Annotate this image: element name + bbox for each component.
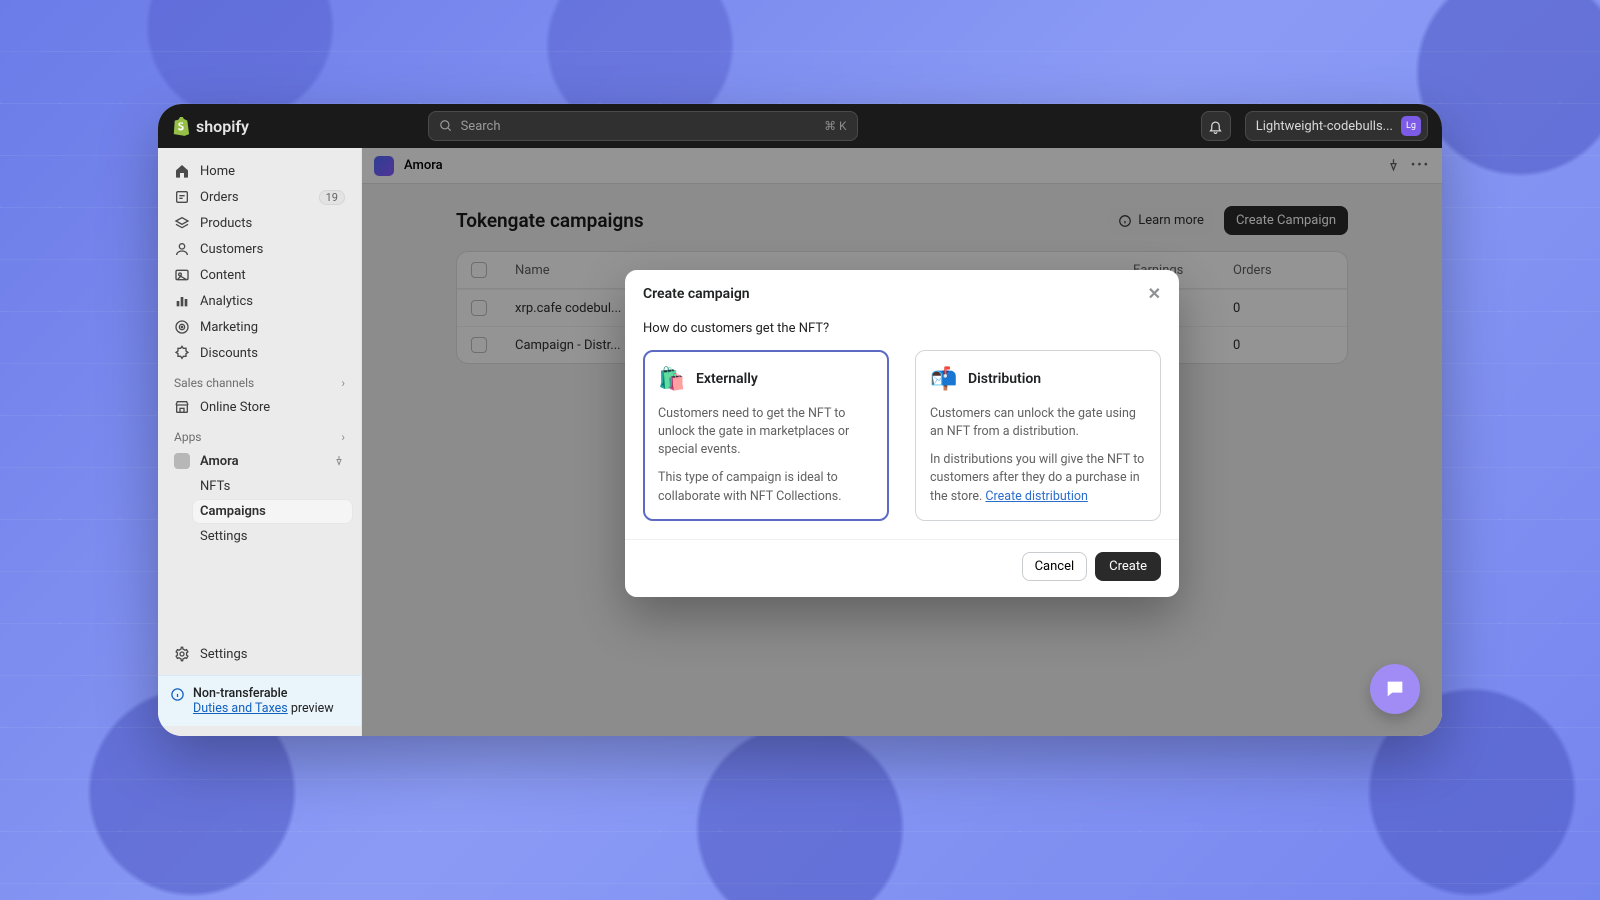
modal-overlay[interactable]: Create campaign ✕ How do customers get t… (362, 148, 1442, 736)
nav-discounts[interactable]: Discounts (166, 340, 353, 366)
account-menu[interactable]: Lightweight-codebulls... Lg (1245, 111, 1428, 141)
create-distribution-link[interactable]: Create distribution (985, 489, 1087, 504)
app-window: shopify Search ⌘ K Lightweight-codebulls… (158, 104, 1442, 736)
topbar: shopify Search ⌘ K Lightweight-codebulls… (158, 104, 1442, 148)
main-content: Amora ••• Tokengate campaigns Learn more… (362, 148, 1442, 736)
nav-products[interactable]: Products (166, 210, 353, 236)
nav-settings[interactable]: Settings (166, 641, 353, 667)
nav-app-amora[interactable]: Amora (166, 448, 353, 474)
distribution-icon: 📬 (930, 365, 958, 393)
nav-nfts[interactable]: NFTs (192, 474, 353, 499)
callout-title: Non-transferable (193, 686, 334, 701)
modal-question: How do customers get the NFT? (643, 321, 1161, 336)
bell-icon (1208, 119, 1223, 134)
nav-marketing[interactable]: Marketing (166, 314, 353, 340)
home-icon (174, 163, 190, 179)
account-label: Lightweight-codebulls... (1256, 119, 1393, 134)
callout-banner: Non-transferable Duties and Taxes previe… (158, 675, 361, 726)
close-icon[interactable]: ✕ (1148, 284, 1161, 303)
chat-icon (1384, 678, 1406, 700)
orders-badge: 19 (319, 190, 345, 205)
nav-orders[interactable]: Orders19 (166, 184, 353, 210)
shopify-logo: shopify (172, 116, 249, 136)
sidebar: Home Orders19 Products Customers Content… (158, 148, 362, 736)
global-search[interactable]: Search ⌘ K (428, 111, 858, 141)
cancel-button[interactable]: Cancel (1022, 552, 1088, 581)
notifications-button[interactable] (1201, 111, 1231, 141)
option-externally[interactable]: 🛍️ Externally Customers need to get the … (643, 350, 889, 521)
app-icon (174, 453, 190, 469)
nav-home[interactable]: Home (166, 158, 353, 184)
callout-link[interactable]: Duties and Taxes (193, 701, 288, 716)
option-distribution[interactable]: 📬 Distribution Customers can unlock the … (915, 350, 1161, 521)
info-icon (170, 687, 185, 716)
search-icon (439, 119, 453, 133)
nav-customers[interactable]: Customers (166, 236, 353, 262)
content-icon (174, 267, 190, 283)
modal-title: Create campaign (643, 286, 750, 302)
chevron-right-icon: › (341, 430, 345, 444)
chevron-right-icon: › (341, 376, 345, 390)
shopify-bag-icon (172, 116, 190, 136)
discounts-icon (174, 345, 190, 361)
nav-online-store[interactable]: Online Store (166, 394, 353, 420)
sales-channels-header[interactable]: Sales channels› (166, 366, 353, 394)
gear-icon (174, 646, 190, 662)
account-avatar: Lg (1401, 116, 1421, 136)
nav-content[interactable]: Content (166, 262, 353, 288)
orders-icon (174, 189, 190, 205)
nav-app-settings[interactable]: Settings (192, 524, 353, 549)
customers-icon (174, 241, 190, 257)
pin-icon[interactable] (333, 455, 345, 467)
create-button[interactable]: Create (1095, 552, 1161, 581)
externally-icon: 🛍️ (658, 365, 686, 393)
apps-header[interactable]: Apps› (166, 420, 353, 448)
search-placeholder: Search (461, 119, 816, 134)
chat-fab[interactable] (1370, 664, 1420, 714)
search-shortcut: ⌘ K (824, 119, 847, 133)
brand-text: shopify (196, 117, 249, 136)
online-store-icon (174, 399, 190, 415)
analytics-icon (174, 293, 190, 309)
products-icon (174, 215, 190, 231)
marketing-icon (174, 319, 190, 335)
nav-analytics[interactable]: Analytics (166, 288, 353, 314)
create-campaign-modal: Create campaign ✕ How do customers get t… (625, 270, 1179, 597)
nav-campaigns[interactable]: Campaigns (192, 499, 353, 524)
